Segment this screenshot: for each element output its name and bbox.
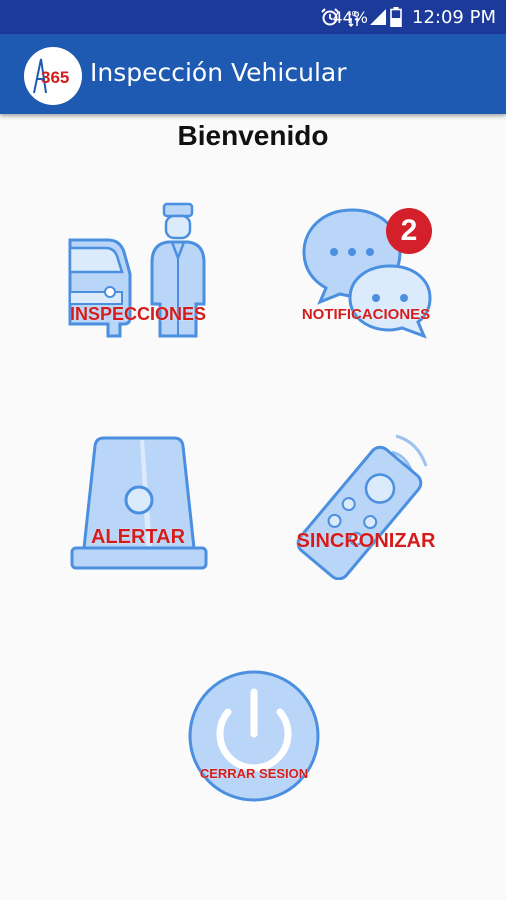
- remote-control-icon: [296, 434, 428, 580]
- app-logo: 365: [24, 47, 82, 105]
- notification-badge: 2: [386, 208, 432, 254]
- cerrar-sesion-label: CERRAR SESION: [199, 766, 309, 781]
- inspecciones-label: INSPECCIONES: [69, 304, 207, 324]
- signal-icon: [370, 9, 386, 25]
- power-icon: [188, 670, 320, 802]
- svg-text:365: 365: [41, 68, 69, 87]
- alertar-label: ALERTAR: [90, 526, 186, 548]
- status-clock: 12:09 PM: [412, 7, 496, 28]
- battery-percent: 44%: [332, 8, 368, 27]
- inspecciones-button[interactable]: INSPECCIONES: [68, 200, 210, 340]
- notificaciones-label: NOTIFICACIONES: [301, 306, 431, 323]
- app-title: Inspección Vehicular: [90, 58, 347, 87]
- app-bar: 365 Inspección Vehicular: [0, 34, 506, 114]
- cerrar-sesion-button[interactable]: CERRAR SESION: [184, 668, 324, 808]
- status-bar: 4G 44% 12:09 PM: [0, 0, 506, 34]
- notificaciones-button[interactable]: 2 NOTIFICACIONES: [298, 206, 438, 342]
- battery-icon: [390, 7, 402, 27]
- sincronizar-button[interactable]: SINCRONIZAR: [292, 430, 442, 580]
- siren-light-icon: [70, 436, 208, 570]
- welcome-heading: Bienvenido: [177, 120, 329, 151]
- sincronizar-label: SINCRONIZAR: [296, 530, 436, 552]
- alertar-button[interactable]: ALERTAR: [70, 434, 208, 574]
